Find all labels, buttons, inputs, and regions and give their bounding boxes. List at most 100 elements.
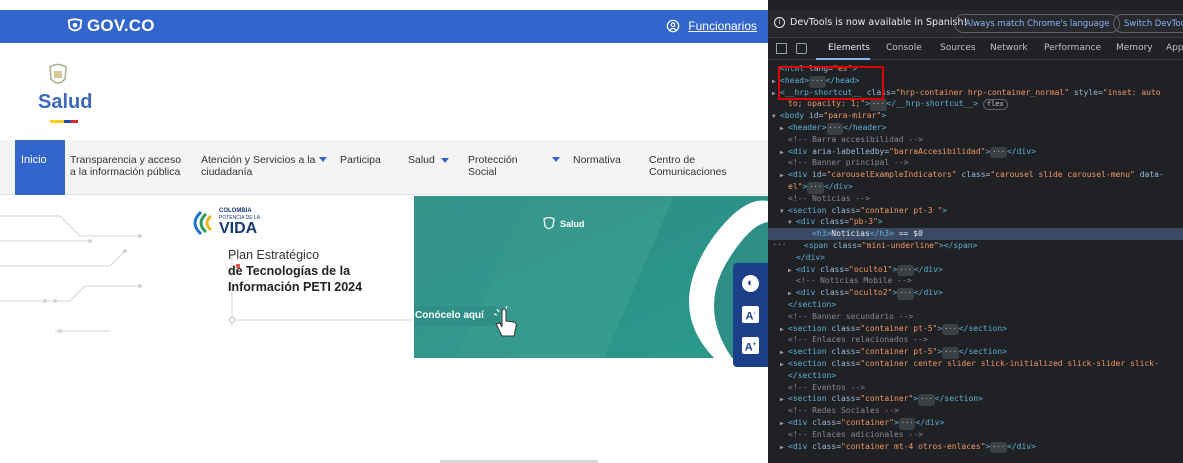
dom-node-line[interactable]: <!-- Enlaces relacionados --> (780, 334, 928, 346)
chevron-down-icon (552, 157, 560, 162)
nav-item-proteccion[interactable]: Protección Social (468, 154, 560, 178)
selected-node-dots-icon[interactable]: ··· (772, 239, 786, 251)
brand-area: Salud (0, 43, 768, 140)
accessibility-toolbar: ◐ A- A+ (733, 263, 768, 367)
chevron-down-icon (440, 157, 449, 163)
conocelo-aqui-button[interactable]: Conócelo aquí (414, 306, 500, 326)
website-viewport: GOV.CO Funcionarios Salud Inicio Transpa… (0, 0, 768, 463)
nav-item-label: Transparencia y acceso a la información … (70, 154, 182, 178)
expand-arrow-down-icon[interactable]: ▼ (780, 206, 788, 218)
dom-node-line[interactable]: <!-- Banner secundario --> (780, 311, 913, 323)
inspect-element-icon[interactable] (776, 43, 787, 54)
dom-node-code: <div class="oculto1"> ··· </div> (796, 264, 943, 277)
dom-node-code: <!-- Banner principal --> (788, 158, 909, 168)
dom-node-line[interactable]: <!-- Eventos --> (780, 382, 865, 394)
user-circle-icon (666, 19, 680, 33)
dom-node-code: <div class="oculto2"> ··· </div> (796, 288, 943, 300)
tab-console[interactable]: Console (886, 43, 922, 53)
nav-item-label: Atención y Servicios a la ciudadanía (201, 154, 316, 178)
nav-item-inicio[interactable]: Inicio (15, 140, 65, 195)
tab-memory[interactable]: Memory (1116, 43, 1153, 53)
dom-node-code: <section class="container"> ··· </section> (788, 394, 983, 407)
tab-network[interactable]: Network (990, 43, 1028, 53)
tab-label: Network (990, 43, 1028, 53)
chevron-down-icon (319, 157, 327, 162)
dom-node-line[interactable]: </section> (780, 299, 836, 311)
dom-node-line[interactable]: </div> (788, 252, 825, 264)
dom-node-line[interactable]: ▶ <div class="container mt-4 otros-enlace… (780, 441, 1036, 454)
vida-logo-mark-icon (193, 210, 213, 235)
nav-item-normativa[interactable]: Normativa (573, 154, 621, 166)
dom-node-line[interactable]: <!-- Banner principal --> (780, 157, 908, 169)
dom-node-line[interactable]: ▶ <section class="container center slider… (780, 358, 1159, 371)
dom-node-line[interactable]: <span class="mini-underline"></span> (796, 240, 977, 252)
dom-node-code: <section class="container center slider … (788, 359, 1159, 368)
devtools-tabs: Elements Console Sources Network Perform… (768, 38, 1183, 60)
dom-node-code: <div id="carouselExampleIndicators" clas… (788, 170, 1164, 180)
expand-arrow-down-icon[interactable]: ▼ (772, 111, 780, 123)
vida-line3: VIDA (219, 220, 258, 237)
nav-item-transparencia[interactable]: Transparencia y acceso a la información … (70, 154, 185, 178)
govco-logo-text: GOV.CO (87, 16, 155, 35)
device-toolbar-icon[interactable] (796, 43, 807, 54)
govco-logo[interactable]: GOV.CO (66, 16, 155, 36)
tab-sources[interactable]: Sources (940, 43, 976, 53)
plan-estrategico-text: Plan Estratégico de Tecnologías de la In… (228, 248, 403, 295)
dom-node-code: <div aria-labelledby="barraAccesibilidad… (788, 146, 1036, 159)
dom-node-code: <!-- Redes Sociales --> (788, 406, 899, 416)
nav-item-label: Centro de Comunicaciones (649, 154, 727, 178)
tab-performance[interactable]: Performance (1044, 43, 1101, 53)
contrast-icon[interactable]: ◐ (742, 275, 759, 292)
nav-item-label: Participa (340, 154, 381, 166)
main-nav: Inicio Transparencia y acceso a la infor… (0, 140, 768, 195)
dom-node-code: <div class="pb-3"> (796, 217, 883, 227)
colombia-potencia-vida-logo: COLOMBIA POTENCIA DE LA VIDA (187, 208, 260, 237)
nav-item-label: Salud (408, 154, 435, 166)
green-banner-image: Salud (414, 196, 768, 358)
font-increase-icon[interactable]: A+ (742, 337, 759, 354)
circuit-decoration (0, 215, 142, 333)
elements-dom-tree[interactable]: ··· <html lang="es"> ▶ <head> ··· </head> ▶ <_… (768, 61, 1183, 463)
tab-label: Console (886, 43, 922, 53)
active-tab-underline (816, 58, 870, 60)
selected-dom-node[interactable]: <h3>Noticias</h3> == $0 (768, 228, 1183, 240)
nav-item-salud[interactable]: Salud (408, 154, 449, 166)
tech-background-graphic (414, 196, 768, 358)
dom-node-line[interactable]: <!-- Noticias --> (780, 193, 870, 205)
hand-pointer-cursor-icon (493, 306, 517, 337)
dom-node-line[interactable]: <!-- Barra accesibilidad --> (780, 134, 923, 146)
dom-node-code: <!-- Enlaces adicionales --> (788, 429, 923, 439)
dom-node-line[interactable]: <!-- Noticias Mobile --> (788, 275, 912, 287)
dom-node-code: <section class="container pt-5"> ··· </sec… (788, 347, 1007, 359)
dom-node-code: <div class="container"> ··· </div> (788, 418, 944, 430)
dom-node-line[interactable]: <!-- Enlaces adicionales --> (780, 429, 923, 441)
expand-arrow-right-icon[interactable]: ▶ (780, 442, 788, 454)
plan-line2: de Tecnologías de la (228, 264, 351, 278)
dom-node-code: <body id="para-mirar"> (780, 111, 887, 121)
brand-name[interactable]: Salud (38, 91, 92, 114)
tab-label: Performance (1044, 43, 1102, 53)
plan-line3: Información PETI 2024 (228, 280, 363, 294)
switch-devtools-language-button[interactable]: Switch DevTools (1113, 14, 1183, 33)
info-icon: i (774, 17, 785, 28)
dom-node-code: <h3>Noticias</h3> == $0 (812, 229, 923, 239)
nav-item-participa[interactable]: Participa (340, 154, 381, 166)
tab-label: Elements (828, 43, 870, 53)
dom-node-code: <div class="container mt-4 otros-enlaces… (788, 441, 1036, 454)
gov-header-bar: GOV.CO Funcionarios (0, 10, 768, 43)
banner-salud-text: Salud (560, 219, 585, 229)
ministry-crest-icon[interactable] (47, 63, 69, 89)
funcionarios-link[interactable]: Funcionarios (666, 19, 757, 33)
tab-label: Sources (940, 43, 976, 53)
font-decrease-icon[interactable]: A- (742, 306, 759, 323)
tab-application[interactable]: App (1166, 43, 1183, 53)
dom-node-code: </section> (788, 300, 837, 309)
dom-node-line[interactable]: <!-- Redes Sociales --> (780, 405, 899, 417)
nav-item-label: Inicio (21, 154, 47, 166)
dom-node-line[interactable]: </section> (780, 370, 836, 382)
tab-elements[interactable]: Elements (828, 43, 870, 53)
funcionarios-label: Funcionarios (688, 19, 757, 33)
nav-item-comunicaciones[interactable]: Centro de Comunicaciones (649, 154, 741, 178)
always-match-language-button[interactable]: Always match Chrome's language (954, 14, 1121, 33)
nav-item-atencion[interactable]: Atención y Servicios a la ciudadanía (201, 154, 329, 178)
